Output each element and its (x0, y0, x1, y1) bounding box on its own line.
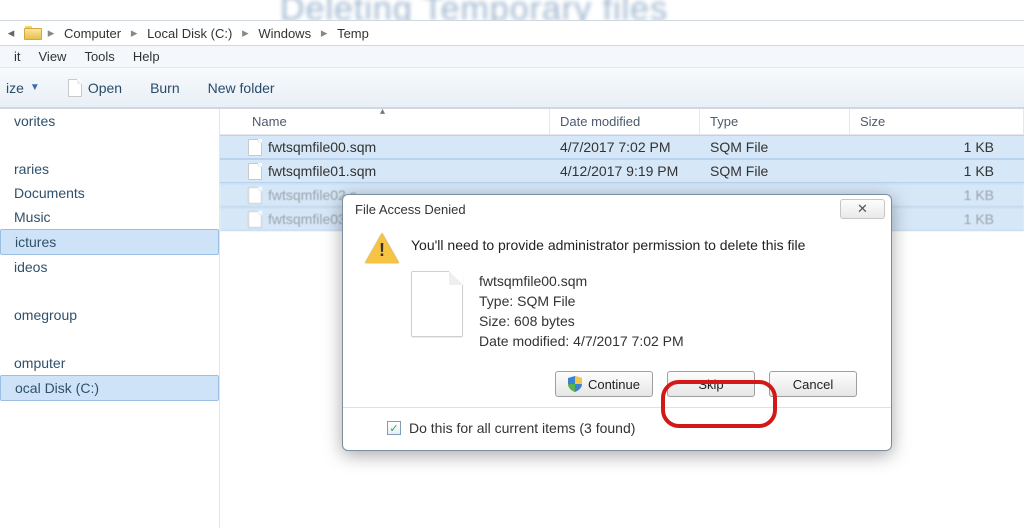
menu-bar: it View Tools Help (0, 46, 1024, 68)
sidebar-item-documents[interactable]: Documents (0, 181, 219, 205)
breadcrumb-windows[interactable]: Windows (252, 21, 317, 45)
chevron-down-icon: ▼ (30, 82, 40, 93)
address-bar: ◂ ▸ Computer ▸ Local Disk (C:) ▸ Windows… (0, 20, 1024, 46)
breadcrumb-computer[interactable]: Computer (58, 21, 127, 45)
sidebar-item-localdisk[interactable]: ocal Disk (C:) (0, 375, 219, 401)
sidebar-item-homegroup[interactable]: omegroup (0, 303, 219, 327)
sidebar-item-pictures[interactable]: ictures (0, 229, 219, 255)
file-type: SQM File (700, 139, 850, 155)
breadcrumb-sep-icon: ▸ (127, 21, 141, 45)
menu-help[interactable]: Help (125, 47, 168, 66)
do-for-all-checkbox[interactable]: ✓ (387, 421, 401, 435)
sidebar-item-libraries[interactable]: raries (0, 157, 219, 181)
toolbar: ize ▼ Open Burn New folder (0, 68, 1024, 108)
menu-edit[interactable]: it (6, 47, 29, 66)
shield-icon (568, 376, 582, 392)
table-row[interactable]: fwtsqmfile01.sqm 4/12/2017 9:19 PMSQM Fil… (220, 159, 1024, 183)
skip-button-label: Skip (698, 377, 723, 392)
file-access-denied-dialog: File Access Denied ✕ You'll need to prov… (342, 194, 892, 451)
dialog-button-row: Continue Skip Cancel (359, 357, 875, 397)
menu-view[interactable]: View (31, 47, 75, 66)
do-for-all-label: Do this for all current items (3 found) (409, 420, 635, 436)
toolbar-open-label: Open (88, 80, 122, 96)
breadcrumb-sep-icon: ▸ (44, 21, 58, 45)
breadcrumb-sep-icon: ▸ (317, 21, 331, 45)
breadcrumb-localdisk[interactable]: Local Disk (C:) (141, 21, 238, 45)
dialog-file-name: fwtsqmfile00.sqm (479, 271, 684, 291)
file-icon (248, 187, 262, 204)
cancel-button[interactable]: Cancel (769, 371, 857, 397)
dialog-footer: ✓ Do this for all current items (3 found… (343, 408, 891, 450)
column-date[interactable]: Date modified (550, 109, 700, 134)
toolbar-open[interactable]: Open (68, 79, 122, 97)
toolbar-organize-label: ize (6, 80, 24, 96)
file-size: 1 KB (850, 163, 1024, 179)
file-icon (248, 163, 262, 180)
table-row[interactable]: fwtsqmfile00.sqm 4/7/2017 7:02 PMSQM File… (220, 135, 1024, 159)
file-type: SQM File (700, 163, 850, 179)
dialog-title-text: File Access Denied (355, 202, 466, 217)
breadcrumb-temp[interactable]: Temp (331, 21, 375, 45)
warning-icon (365, 233, 399, 263)
file-large-icon (411, 271, 463, 337)
file-name: fwtsqmfile01.sqm (268, 163, 376, 179)
breadcrumb-sep-icon: ▸ (238, 21, 252, 45)
file-date: 4/12/2017 9:19 PM (550, 163, 700, 179)
column-size[interactable]: Size (850, 109, 1024, 134)
dialog-file-date: Date modified: 4/7/2017 7:02 PM (479, 331, 684, 351)
column-name-label[interactable]: Name (252, 114, 287, 129)
toolbar-organize[interactable]: ize ▼ (6, 80, 40, 96)
dialog-file-type: Type: SQM File (479, 291, 684, 311)
file-size: 1 KB (850, 139, 1024, 155)
continue-button-label: Continue (588, 377, 640, 392)
document-icon (68, 79, 82, 97)
column-headers[interactable]: Name ▴ Date modified Type Size (220, 109, 1024, 135)
column-name: Name ▴ (220, 109, 550, 134)
menu-tools[interactable]: Tools (76, 47, 122, 66)
toolbar-burn[interactable]: Burn (150, 80, 180, 96)
dialog-message: You'll need to provide administrator per… (411, 233, 805, 253)
file-date: 4/7/2017 7:02 PM (550, 139, 700, 155)
toolbar-newfolder-label: New folder (208, 80, 275, 96)
dialog-body: You'll need to provide administrator per… (343, 219, 891, 408)
nav-back-chevron-icon[interactable]: ◂ (0, 21, 22, 45)
sidebar-item-computer[interactable]: omputer (0, 351, 219, 375)
toolbar-burn-label: Burn (150, 80, 180, 96)
sidebar-item-music[interactable]: Music (0, 205, 219, 229)
file-icon (248, 211, 262, 228)
dialog-titlebar: File Access Denied ✕ (343, 195, 891, 219)
sidebar-item-favorites[interactable]: vorites (0, 109, 219, 133)
file-name: fwtsqmfile00.sqm (268, 139, 376, 155)
cancel-button-label: Cancel (793, 377, 833, 392)
folder-icon (22, 21, 44, 45)
sidebar: vorites raries Documents Music ictures i… (0, 109, 220, 528)
file-icon (248, 139, 262, 156)
sort-indicator-icon: ▴ (380, 106, 385, 117)
skip-button[interactable]: Skip (667, 371, 755, 397)
dialog-close-button[interactable]: ✕ (840, 199, 885, 219)
column-type[interactable]: Type (700, 109, 850, 134)
dialog-file-meta: fwtsqmfile00.sqm Type: SQM File Size: 60… (479, 271, 684, 351)
toolbar-new-folder[interactable]: New folder (208, 80, 275, 96)
dialog-file-size: Size: 608 bytes (479, 311, 684, 331)
continue-button[interactable]: Continue (555, 371, 653, 397)
sidebar-item-videos[interactable]: ideos (0, 255, 219, 279)
